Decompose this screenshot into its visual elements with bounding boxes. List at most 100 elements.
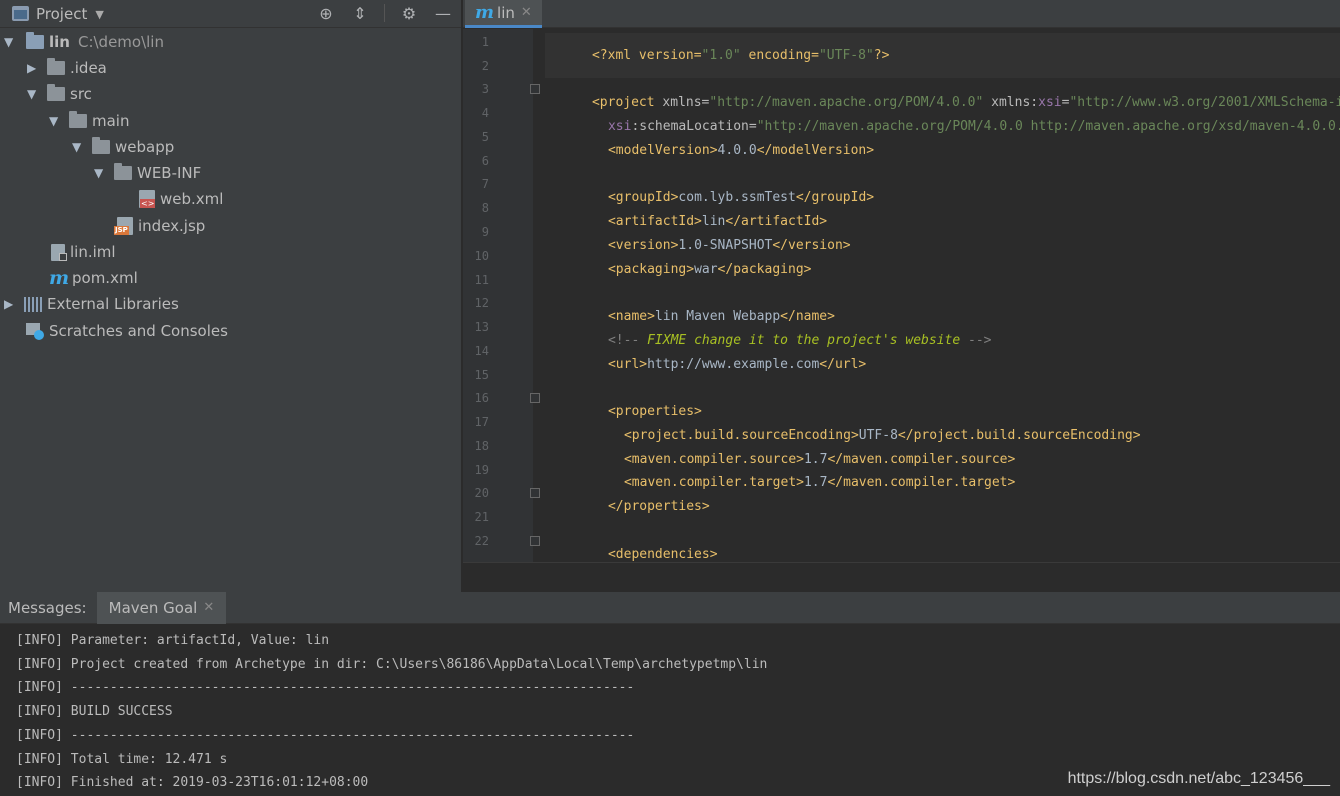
tab-label: lin bbox=[497, 3, 515, 22]
tree-item-web-inf[interactable]: ▼ WEB-INF bbox=[94, 160, 201, 186]
project-toolbar: ⊕ ⇕ ⚙ — bbox=[316, 3, 453, 23]
code-token: </modelVersion> bbox=[756, 143, 875, 158]
module-folder-icon bbox=[26, 32, 44, 49]
tree-item-webapp[interactable]: ▼ webapp bbox=[72, 134, 174, 160]
collapse-arrow-icon[interactable]: ▶ bbox=[4, 297, 18, 311]
project-panel: Project ▼ ⊕ ⇕ ⚙ — ▼ lin C:\demo\lin ▶ .i… bbox=[0, 0, 462, 592]
code-line-10: <packaging>war</packaging> bbox=[545, 247, 812, 292]
console-line: [INFO] ---------------------------------… bbox=[16, 728, 635, 743]
code-token: </packaging> bbox=[717, 262, 812, 277]
code-line-14: <url>http://www.example.com</url> bbox=[545, 342, 866, 387]
code-token: <url> bbox=[607, 357, 648, 372]
gear-icon[interactable]: ⚙ bbox=[399, 3, 419, 23]
code-line-1: <?xml version="1.0" encoding="UTF-8"?> bbox=[545, 33, 1340, 78]
folder-icon bbox=[69, 111, 87, 128]
code-token: --> bbox=[960, 333, 992, 348]
line-number: 20 bbox=[474, 486, 489, 500]
tree-item-label: External Libraries bbox=[47, 295, 179, 313]
code-token: 4.0.0 bbox=[717, 143, 757, 158]
line-number: 9 bbox=[481, 225, 489, 239]
line-number: 2 bbox=[481, 59, 489, 73]
tab-pom-lin[interactable]: m lin ✕ bbox=[465, 0, 542, 28]
line-number: 16 bbox=[474, 391, 489, 405]
tab-maven-goal[interactable]: Maven Goal ✕ bbox=[96, 591, 227, 624]
fold-marker-icon[interactable] bbox=[530, 84, 540, 94]
tree-item-label: src bbox=[70, 85, 92, 103]
fold-marker-icon[interactable] bbox=[530, 393, 540, 403]
close-icon[interactable]: ✕ bbox=[521, 5, 532, 20]
code-token: war bbox=[694, 262, 718, 277]
code-token: </maven.compiler.target> bbox=[827, 475, 1016, 490]
line-number: 21 bbox=[474, 510, 489, 524]
fold-marker-icon[interactable] bbox=[530, 488, 540, 498]
chevron-down-icon[interactable]: ▼ bbox=[95, 8, 103, 21]
line-number: 4 bbox=[481, 106, 489, 120]
code-token: <dependencies> bbox=[607, 547, 718, 562]
tree-item-pom-xml[interactable]: m pom.xml bbox=[49, 265, 138, 291]
tree-item-lin-iml[interactable]: lin.iml bbox=[51, 239, 116, 265]
expand-arrow-icon[interactable]: ▼ bbox=[72, 140, 86, 154]
tree-item-src[interactable]: ▼ src bbox=[27, 81, 92, 107]
tree-item-label: pom.xml bbox=[72, 269, 138, 287]
tree-item-idea[interactable]: ▶ .idea bbox=[27, 55, 107, 81]
line-number: 18 bbox=[474, 439, 489, 453]
expand-arrow-icon[interactable]: ▼ bbox=[49, 114, 63, 128]
tree-item-web-xml[interactable]: web.xml bbox=[139, 186, 223, 212]
fold-marker-icon[interactable] bbox=[530, 536, 540, 546]
tree-item-label: WEB-INF bbox=[137, 164, 202, 182]
scratches-icon bbox=[26, 322, 44, 340]
line-number: 7 bbox=[481, 177, 489, 191]
project-view-title[interactable]: Project bbox=[36, 5, 87, 23]
messages-label: Messages: bbox=[8, 598, 87, 617]
watermark-text: https://blog.csdn.net/abc_123456___ bbox=[1067, 770, 1330, 787]
expand-arrow-icon[interactable]: ▼ bbox=[94, 166, 108, 180]
line-number: 8 bbox=[481, 201, 489, 215]
tree-item-label: lin.iml bbox=[70, 243, 116, 261]
tree-item-label: main bbox=[92, 112, 130, 130]
tree-item-main[interactable]: ▼ main bbox=[49, 108, 129, 134]
code-area[interactable]: 1 2 3 4 5 6 7 8 9 10 11 12 13 14 15 16 1… bbox=[463, 29, 1340, 562]
expand-arrow-icon[interactable]: ▼ bbox=[27, 87, 41, 101]
line-number: 6 bbox=[481, 154, 489, 168]
line-number: 11 bbox=[474, 273, 489, 287]
tree-item-label: webapp bbox=[115, 138, 175, 156]
code-token: encoding= bbox=[740, 48, 819, 63]
folder-icon bbox=[92, 137, 110, 154]
project-window-icon bbox=[12, 6, 29, 21]
hide-panel-icon[interactable]: — bbox=[433, 3, 453, 23]
tree-item-path: C:\demo\lin bbox=[77, 33, 164, 51]
locate-file-icon[interactable]: ⊕ bbox=[316, 3, 336, 23]
editor-tab-bar: m lin ✕ bbox=[463, 0, 1340, 28]
code-token: <modelVersion> bbox=[607, 143, 718, 158]
close-icon[interactable]: ✕ bbox=[203, 600, 214, 615]
code-token: </properties> bbox=[607, 499, 710, 514]
tree-item-lin[interactable]: ▼ lin C:\demo\lin bbox=[4, 29, 164, 55]
line-number: 15 bbox=[474, 368, 489, 382]
line-number: 5 bbox=[481, 130, 489, 144]
line-number: 19 bbox=[474, 463, 489, 477]
folder-icon bbox=[47, 84, 65, 101]
collapse-all-icon[interactable]: ⇕ bbox=[350, 3, 370, 23]
maven-icon: m bbox=[49, 267, 70, 289]
line-number: 17 bbox=[474, 415, 489, 429]
line-number: 10 bbox=[474, 249, 489, 263]
tree-item-label: Scratches and Consoles bbox=[49, 322, 228, 340]
console-line: [INFO] ---------------------------------… bbox=[16, 680, 635, 695]
toolbar-divider bbox=[384, 4, 385, 22]
code-token: </url> bbox=[819, 357, 867, 372]
console-line: [INFO] Total time: 12.471 s bbox=[16, 752, 228, 767]
expand-arrow-icon[interactable]: ▼ bbox=[4, 35, 18, 49]
line-number: 1 bbox=[481, 35, 489, 49]
editor-horizontal-scrollbar[interactable] bbox=[463, 562, 1340, 592]
code-line-22: <dependencies> bbox=[545, 532, 718, 562]
messages-panel: Messages: Maven Goal ✕ [INFO] Parameter:… bbox=[0, 591, 1340, 796]
project-panel-header: Project ▼ ⊕ ⇕ ⚙ — bbox=[0, 0, 461, 28]
tree-item-scratches[interactable]: Scratches and Consoles bbox=[26, 318, 228, 344]
tree-item-index-jsp[interactable]: index.jsp bbox=[114, 213, 205, 239]
maven-icon: m bbox=[475, 2, 495, 23]
module-file-icon bbox=[51, 243, 67, 261]
tree-item-external-libraries[interactable]: ▶ External Libraries bbox=[4, 291, 179, 317]
collapse-arrow-icon[interactable]: ▶ bbox=[27, 61, 41, 75]
console-line: [INFO] BUILD SUCCESS bbox=[16, 704, 173, 719]
messages-header: Messages: Maven Goal ✕ bbox=[0, 591, 1340, 624]
